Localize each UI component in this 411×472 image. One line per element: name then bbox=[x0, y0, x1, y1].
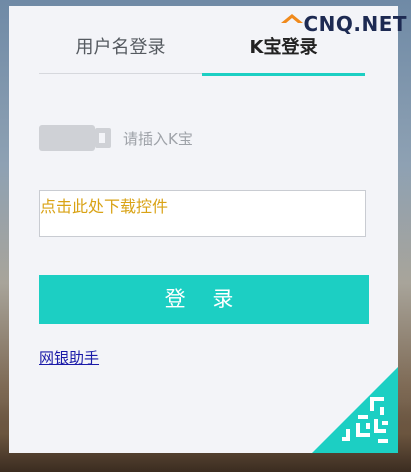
site-watermark: CNQ.NET bbox=[281, 12, 407, 36]
control-download-box[interactable]: 点击此处下载控件 bbox=[39, 190, 366, 237]
watermark-text: CNQ.NET bbox=[303, 12, 407, 36]
orange-roof-logo-icon bbox=[281, 14, 304, 23]
usb-key-icon bbox=[39, 125, 111, 151]
usbkey-hint: 请插入K宝 bbox=[123, 129, 193, 148]
usbkey-status: 请插入K宝 bbox=[39, 124, 193, 152]
login-panel: 用户名登录 K宝登录 请插入K宝 点击此处下载控件 登 录 网银助手 bbox=[9, 6, 398, 453]
tab-username-login[interactable]: 用户名登录 bbox=[39, 28, 202, 74]
bank-assistant-link[interactable]: 网银助手 bbox=[39, 347, 99, 368]
login-button[interactable]: 登 录 bbox=[39, 275, 369, 324]
qr-code-icon[interactable] bbox=[312, 367, 398, 453]
download-control-link[interactable]: 点击此处下载控件 bbox=[40, 193, 168, 217]
